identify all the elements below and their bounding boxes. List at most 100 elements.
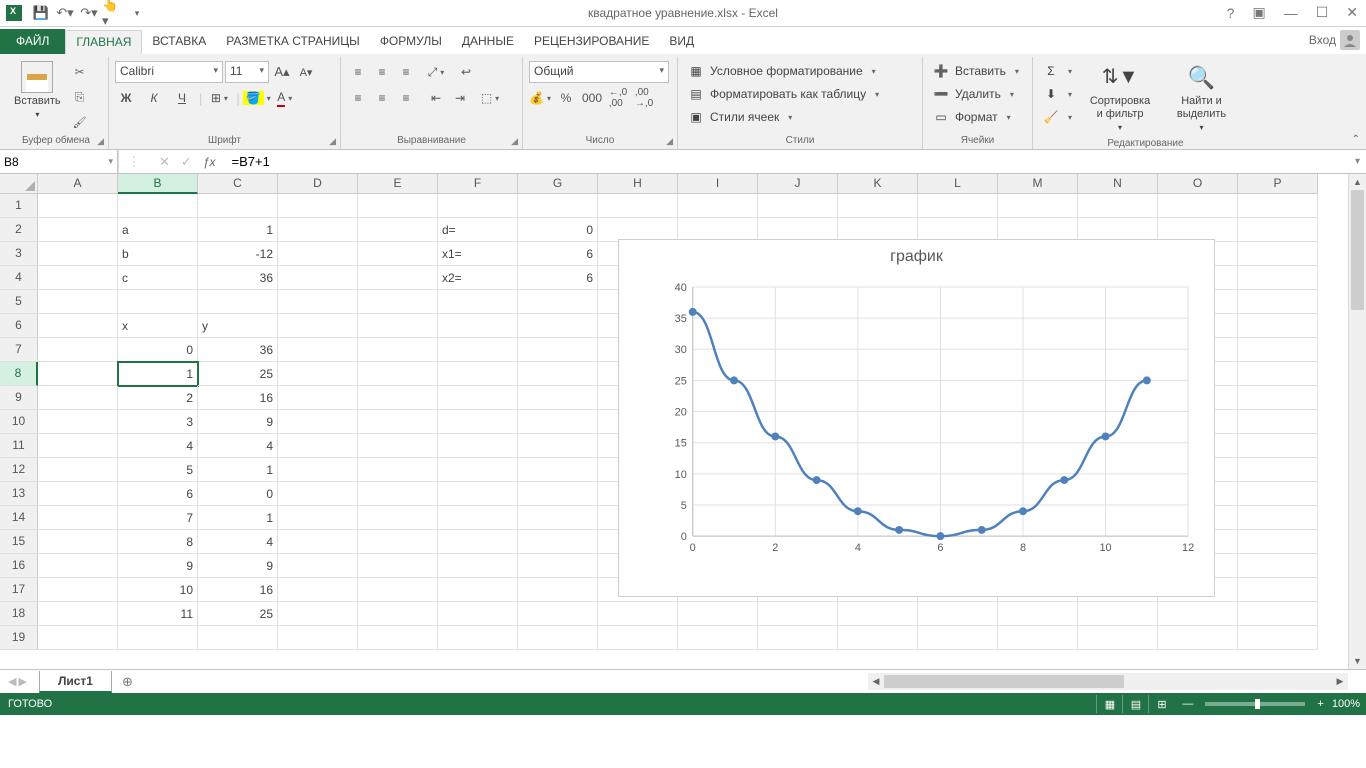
cell-L18[interactable] (918, 602, 998, 626)
decrease-decimal-icon[interactable]: ,00→,0 (633, 87, 655, 109)
zoom-level[interactable]: 100% (1332, 698, 1360, 710)
add-sheet-icon[interactable]: ⊕ (122, 674, 133, 690)
row-header-18[interactable]: 18 (0, 602, 38, 626)
collapse-ribbon-icon[interactable]: ⌃ (1352, 134, 1360, 145)
cell-J18[interactable] (758, 602, 838, 626)
cell-A16[interactable] (38, 554, 118, 578)
cell-E3[interactable] (358, 242, 438, 266)
cell-C12[interactable]: 1 (198, 458, 278, 482)
row-header-10[interactable]: 10 (0, 410, 38, 434)
minimize-icon[interactable]: — (1280, 3, 1302, 23)
cell-P15[interactable] (1238, 530, 1318, 554)
cell-B8[interactable]: 1 (118, 362, 198, 386)
cell-E2[interactable] (358, 218, 438, 242)
format-as-table-button[interactable]: ▤Форматировать как таблицу (684, 83, 916, 105)
row-header-13[interactable]: 13 (0, 482, 38, 506)
normal-view-icon[interactable]: ▦ (1096, 695, 1122, 713)
cell-C3[interactable]: -12 (198, 242, 278, 266)
find-select-button[interactable]: 🔍 Найти и выделить▾ (1164, 59, 1239, 136)
cell-P7[interactable] (1238, 338, 1318, 362)
cell-E9[interactable] (358, 386, 438, 410)
cell-D12[interactable] (278, 458, 358, 482)
cell-C14[interactable]: 1 (198, 506, 278, 530)
cell-A13[interactable] (38, 482, 118, 506)
cell-A8[interactable] (38, 362, 118, 386)
cell-F6[interactable] (438, 314, 518, 338)
conditional-formatting-button[interactable]: ▦Условное форматирование (684, 60, 916, 82)
col-header-D[interactable]: D (278, 174, 358, 194)
cell-C11[interactable]: 4 (198, 434, 278, 458)
cell-B5[interactable] (118, 290, 198, 314)
cell-A1[interactable] (38, 194, 118, 218)
fx-icon[interactable]: ƒx (199, 155, 220, 169)
merge-cells-icon[interactable]: ⬚ (479, 87, 501, 109)
cell-P4[interactable] (1238, 266, 1318, 290)
hscroll-thumb[interactable] (884, 675, 1124, 688)
align-center-icon[interactable]: ≡ (371, 87, 393, 109)
cell-B19[interactable] (118, 626, 198, 650)
cell-D3[interactable] (278, 242, 358, 266)
zoom-slider[interactable] (1205, 702, 1305, 706)
row-header-3[interactable]: 3 (0, 242, 38, 266)
row-header-7[interactable]: 7 (0, 338, 38, 362)
name-box[interactable]: ▾ (0, 150, 118, 173)
cell-P8[interactable] (1238, 362, 1318, 386)
cell-E14[interactable] (358, 506, 438, 530)
cell-L1[interactable] (918, 194, 998, 218)
cell-G1[interactable] (518, 194, 598, 218)
font-name-dropdown[interactable]: Calibri (115, 61, 223, 83)
cell-A7[interactable] (38, 338, 118, 362)
cell-E10[interactable] (358, 410, 438, 434)
cell-O19[interactable] (1158, 626, 1238, 650)
cell-P3[interactable] (1238, 242, 1318, 266)
scroll-up-icon[interactable]: ▲ (1349, 174, 1366, 190)
cell-M19[interactable] (998, 626, 1078, 650)
cell-D15[interactable] (278, 530, 358, 554)
row-header-19[interactable]: 19 (0, 626, 38, 650)
cell-F15[interactable] (438, 530, 518, 554)
font-size-dropdown[interactable]: 11 (225, 61, 269, 83)
cell-B13[interactable]: 6 (118, 482, 198, 506)
name-box-input[interactable] (0, 153, 104, 171)
cell-A3[interactable] (38, 242, 118, 266)
formula-expand-icon[interactable]: ▾ (1349, 156, 1366, 167)
cell-F9[interactable] (438, 386, 518, 410)
cell-F7[interactable] (438, 338, 518, 362)
cell-C19[interactable] (198, 626, 278, 650)
clipboard-dialog-launcher[interactable]: ◢ (97, 136, 104, 147)
cell-E15[interactable] (358, 530, 438, 554)
col-header-G[interactable]: G (518, 174, 598, 194)
cell-D7[interactable] (278, 338, 358, 362)
cell-P2[interactable] (1238, 218, 1318, 242)
increase-indent-icon[interactable]: ⇥ (449, 87, 471, 109)
cell-B18[interactable]: 11 (118, 602, 198, 626)
cell-D2[interactable] (278, 218, 358, 242)
borders-button[interactable]: ⊞ (208, 87, 230, 109)
cell-P5[interactable] (1238, 290, 1318, 314)
cell-F1[interactable] (438, 194, 518, 218)
cell-B10[interactable]: 3 (118, 410, 198, 434)
qat-customize-icon[interactable]: ▾ (126, 2, 148, 24)
cell-E16[interactable] (358, 554, 438, 578)
row-header-9[interactable]: 9 (0, 386, 38, 410)
cell-styles-button[interactable]: ▣Стили ячеек (684, 106, 916, 128)
cell-M18[interactable] (998, 602, 1078, 626)
col-header-K[interactable]: K (838, 174, 918, 194)
tab-формулы[interactable]: ФОРМУЛЫ (370, 30, 452, 54)
format-painter-button[interactable] (69, 111, 91, 133)
cell-P16[interactable] (1238, 554, 1318, 578)
cell-G19[interactable] (518, 626, 598, 650)
cell-C9[interactable]: 16 (198, 386, 278, 410)
cell-D8[interactable] (278, 362, 358, 386)
percent-format-icon[interactable]: % (555, 87, 577, 109)
align-right-icon[interactable]: ≡ (395, 87, 417, 109)
cell-P6[interactable] (1238, 314, 1318, 338)
accounting-format-icon[interactable]: 💰 (529, 87, 551, 109)
cell-E19[interactable] (358, 626, 438, 650)
clear-button[interactable]: 🧹 (1039, 106, 1076, 128)
cell-B16[interactable]: 9 (118, 554, 198, 578)
cell-G3[interactable]: 6 (518, 242, 598, 266)
help-icon[interactable]: ? (1223, 3, 1239, 23)
cell-A17[interactable] (38, 578, 118, 602)
cell-E18[interactable] (358, 602, 438, 626)
